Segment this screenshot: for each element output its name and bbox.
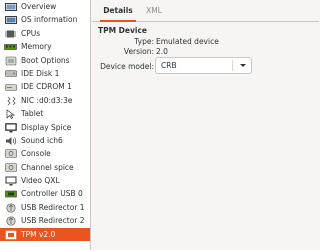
sidebar-item-ide-cdrom-1[interactable]: IDE CDROM 1 (0, 80, 90, 93)
tab-xml[interactable]: XML (140, 0, 168, 22)
sidebar-item-display-spice[interactable]: Display Spice (0, 121, 90, 134)
sidebar-item-video-qxl[interactable]: Video QXL (0, 174, 90, 187)
display-icon (4, 122, 17, 133)
sidebar-item-tablet[interactable]: Tablet (0, 107, 90, 120)
type-label: Type: (134, 37, 154, 46)
sidebar-item-label: Memory (21, 42, 52, 52)
tab-details[interactable]: Details (100, 0, 136, 22)
tablet-icon (4, 109, 17, 120)
tab-bar: Details XML (92, 0, 319, 22)
sidebar-item-nic[interactable]: NIC :d0:d3:3e (0, 94, 90, 107)
sidebar-item-label: NIC :d0:d3:3e (21, 95, 73, 105)
device-model-label: Device model: (100, 62, 154, 71)
controller-icon (4, 189, 17, 199)
sidebar-item-label: IDE Disk 1 (21, 68, 60, 78)
video-icon (4, 176, 17, 186)
sound-icon (4, 136, 17, 146)
device-model-value: CRB (161, 61, 177, 70)
sidebar-item-overview[interactable]: Overview (0, 0, 90, 13)
details-panel: Details XML TPM Device Type: Emulated de… (92, 0, 319, 250)
sidebar-item-label: USB Redirector 1 (21, 202, 85, 212)
sidebar-item-label: Boot Options (21, 55, 70, 65)
sidebar-item-label: Console (21, 149, 51, 159)
tpm-icon (4, 230, 17, 240)
type-value: Emulated device (156, 37, 219, 46)
boot-options-icon (4, 56, 17, 66)
device-model-select[interactable]: CRB (155, 57, 252, 74)
sidebar-item-ide-disk-1[interactable]: IDE Disk 1 (0, 67, 90, 80)
sidebar-item-usb-redirector-2[interactable]: USB Redirector 2 (0, 214, 90, 227)
sidebar-item-channel-spice[interactable]: Channel spice (0, 161, 90, 174)
sidebar-item-label: Channel spice (21, 162, 74, 172)
channel-icon (4, 162, 17, 173)
sidebar-item-label: Sound ich6 (21, 135, 63, 145)
sidebar-item-label: TPM v2.0 (21, 229, 56, 239)
hardware-sidebar: Overview OS information CPUs Memory Boot… (0, 0, 91, 250)
sidebar-item-cpus[interactable]: CPUs (0, 27, 90, 40)
cpu-icon (4, 29, 17, 39)
sidebar-item-label: Video QXL (21, 176, 60, 186)
version-value: 2.0 (156, 47, 168, 56)
sidebar-item-controller-usb-0[interactable]: Controller USB 0 (0, 187, 90, 200)
sidebar-item-label: OS information (21, 15, 78, 25)
disk-icon (4, 69, 17, 79)
sidebar-item-label: Overview (21, 2, 57, 11)
sidebar-item-boot-options[interactable]: Boot Options (0, 54, 90, 67)
sidebar-item-console[interactable]: Console (0, 147, 90, 160)
sidebar-item-tpm-v2[interactable]: TPM v2.0 (0, 227, 90, 242)
sidebar-item-memory[interactable]: Memory (0, 40, 90, 53)
sidebar-item-label: CPUs (21, 28, 41, 38)
sidebar-item-os-information[interactable]: OS information (0, 13, 90, 26)
select-separator (232, 60, 233, 71)
sidebar-item-label: Controller USB 0 (21, 189, 83, 199)
sidebar-item-label: USB Redirector 2 (21, 216, 85, 226)
sidebar-item-label: IDE CDROM 1 (21, 82, 72, 92)
usb-redirector-icon (4, 216, 17, 226)
console-icon (4, 149, 17, 159)
sidebar-item-label: Tablet (21, 109, 44, 119)
nic-icon (4, 96, 17, 106)
memory-icon (4, 42, 17, 52)
overview-icon (4, 2, 17, 12)
sidebar-item-label: Display Spice (21, 122, 72, 132)
chevron-down-icon[interactable] (240, 64, 246, 67)
sidebar-item-sound-ich6[interactable]: Sound ich6 (0, 134, 90, 147)
version-label: Version: (123, 47, 154, 56)
section-title: TPM Device (98, 26, 147, 35)
sidebar-item-usb-redirector-1[interactable]: USB Redirector 1 (0, 201, 90, 214)
cdrom-icon (4, 82, 17, 92)
os-info-icon (4, 15, 17, 25)
usb-redirector-icon (4, 203, 17, 213)
